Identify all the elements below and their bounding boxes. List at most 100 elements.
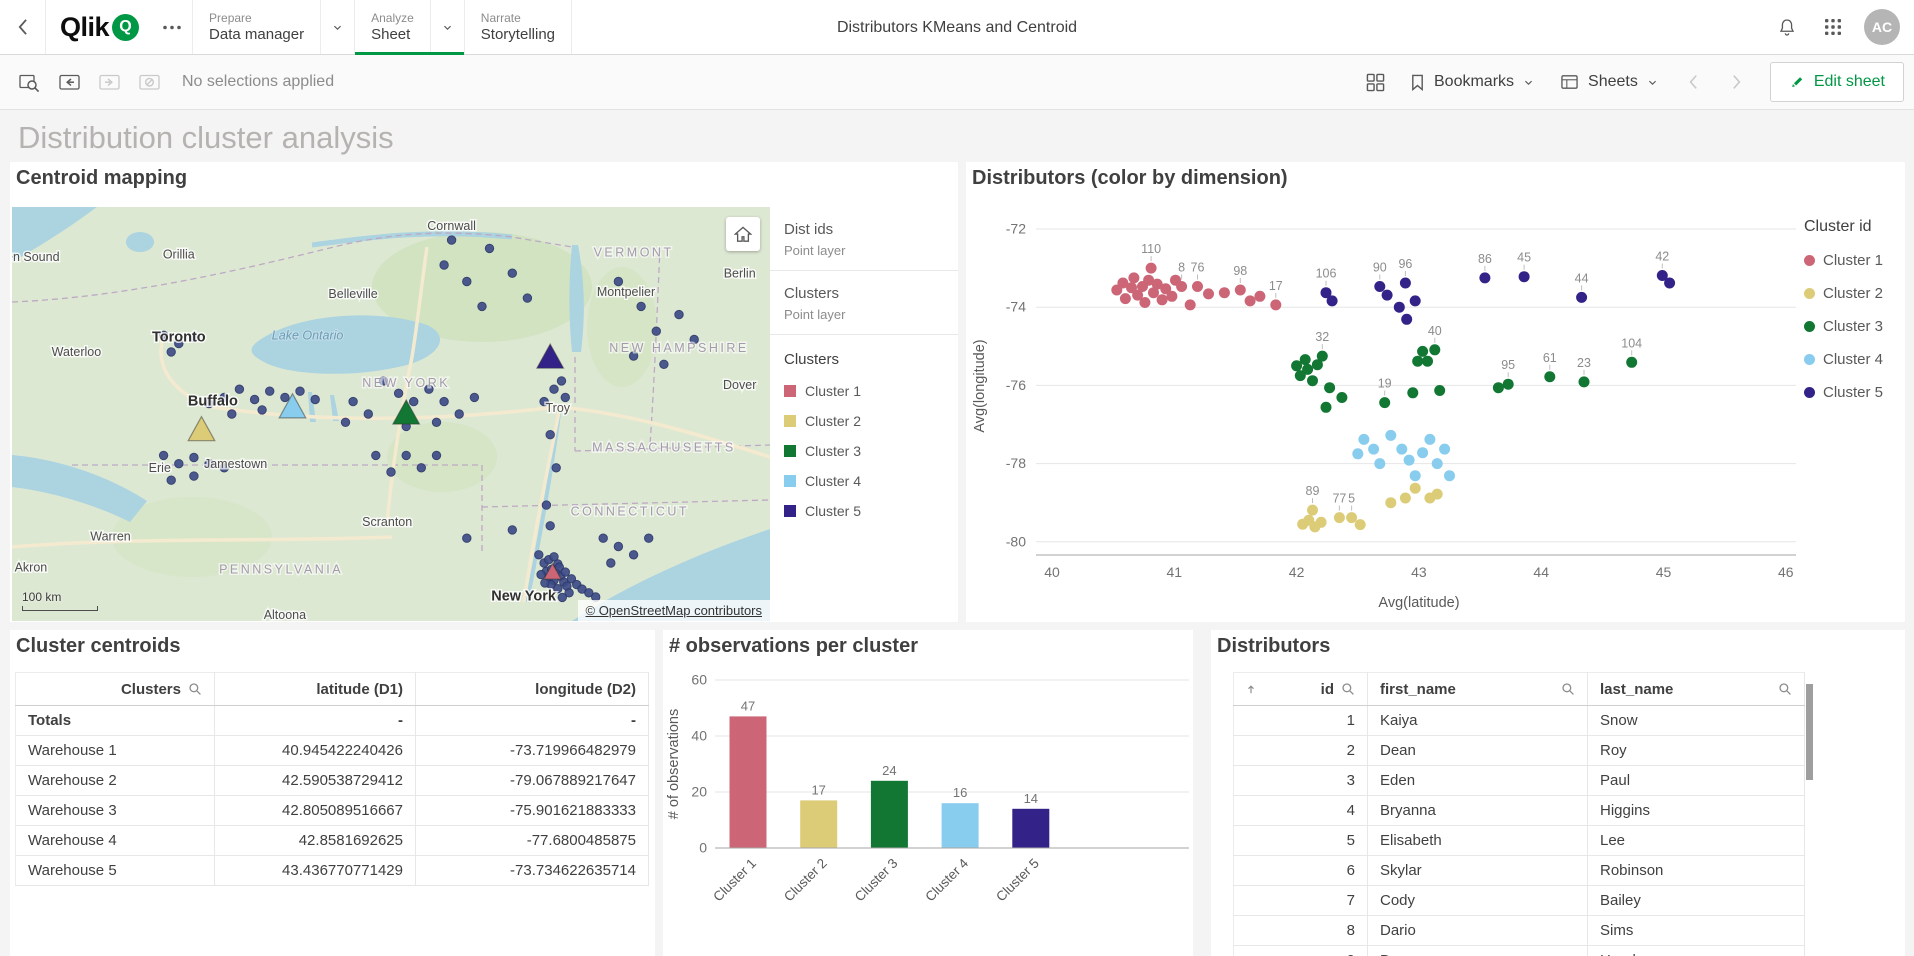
map-distributor-point[interactable] bbox=[417, 464, 425, 472]
search-icon[interactable] bbox=[1778, 682, 1792, 696]
scatter-point[interactable] bbox=[1352, 448, 1363, 459]
map-distributor-point[interactable] bbox=[250, 395, 258, 403]
table-cell[interactable]: Warehouse 1 bbox=[16, 736, 215, 766]
grid-view-button[interactable] bbox=[1356, 63, 1394, 101]
table-cell[interactable]: 5 bbox=[1234, 826, 1368, 856]
table-cell[interactable]: -77.6800485875 bbox=[416, 826, 649, 856]
column-header-latitude-d1-[interactable]: latitude (D1) bbox=[215, 673, 416, 706]
map-distributor-point[interactable] bbox=[341, 418, 349, 426]
column-header-first-name[interactable]: first_name bbox=[1368, 673, 1588, 706]
scatter-point[interactable] bbox=[1374, 281, 1385, 292]
map-distributor-point[interactable] bbox=[372, 451, 380, 459]
table-row[interactable]: 1KaiyaSnow bbox=[1234, 706, 1805, 736]
next-sheet-button[interactable] bbox=[1718, 63, 1756, 101]
scatter-point[interactable] bbox=[1434, 385, 1445, 396]
scatter-point[interactable] bbox=[1664, 278, 1675, 289]
selections-step-forward-button[interactable] bbox=[90, 63, 128, 101]
table-cell[interactable]: Dean bbox=[1368, 736, 1588, 766]
map-distributor-point[interactable] bbox=[190, 472, 198, 480]
scatter-point[interactable] bbox=[1626, 357, 1637, 368]
table-cell[interactable]: 9 bbox=[1234, 946, 1368, 956]
map-distributor-point[interactable] bbox=[258, 406, 266, 414]
back-button[interactable] bbox=[0, 0, 46, 54]
scatter-point[interactable] bbox=[1417, 447, 1428, 458]
table-cell[interactable]: Eden bbox=[1368, 766, 1588, 796]
scatter-legend-item[interactable]: Cluster 1 bbox=[1804, 244, 1902, 277]
map-distributor-point[interactable] bbox=[652, 327, 660, 335]
scatter-point[interactable] bbox=[1407, 387, 1418, 398]
table-cell[interactable]: 40.945422240426 bbox=[215, 736, 416, 766]
scatter-point[interactable] bbox=[1317, 351, 1328, 362]
bar[interactable] bbox=[942, 803, 979, 848]
scatter-point[interactable] bbox=[1219, 287, 1230, 298]
bookmarks-dropdown[interactable]: Bookmarks bbox=[1400, 65, 1544, 99]
scatter-point[interactable] bbox=[1432, 489, 1443, 500]
map-legend-item[interactable]: Cluster 5 bbox=[770, 496, 958, 526]
map-distributor-point[interactable] bbox=[629, 551, 637, 559]
map-distributor-point[interactable] bbox=[660, 360, 668, 368]
scatter-point[interactable] bbox=[1410, 295, 1421, 306]
table-row[interactable]: 6SkylarRobinson bbox=[1234, 856, 1805, 886]
table-row[interactable]: 4BryannaHiggins bbox=[1234, 796, 1805, 826]
map-distributor-point[interactable] bbox=[440, 261, 448, 269]
table-row[interactable]: 2DeanRoy bbox=[1234, 736, 1805, 766]
map-distributor-point[interactable] bbox=[167, 348, 175, 356]
table-cell[interactable]: Kaiya bbox=[1368, 706, 1588, 736]
table-row[interactable]: Warehouse 140.945422240426-73.7199664829… bbox=[16, 736, 649, 766]
map-legend-item[interactable]: Cluster 3 bbox=[770, 436, 958, 466]
map-canvas[interactable]: Owen SoundOrilliaCornwallVERMONTBerlinMo… bbox=[12, 207, 770, 621]
scatter-point[interactable] bbox=[1374, 458, 1385, 469]
table-cell[interactable]: Cody bbox=[1368, 886, 1588, 916]
table-cell[interactable]: Warehouse 3 bbox=[16, 796, 215, 826]
column-header-last-name[interactable]: last_name bbox=[1588, 673, 1805, 706]
app-launcher-button[interactable] bbox=[1814, 8, 1852, 46]
map-distributor-point[interactable] bbox=[228, 410, 236, 418]
scatter-point[interactable] bbox=[1157, 294, 1168, 305]
scatter-point[interactable] bbox=[1404, 455, 1415, 466]
map-distributor-point[interactable] bbox=[432, 451, 440, 459]
map-distributor-point[interactable] bbox=[235, 385, 243, 393]
scatter-point[interactable] bbox=[1185, 299, 1196, 310]
scatter-point[interactable] bbox=[1401, 314, 1412, 325]
table-cell[interactable]: Paul bbox=[1588, 766, 1805, 796]
map-home-button[interactable] bbox=[726, 217, 760, 251]
scatter-point[interactable] bbox=[1544, 371, 1555, 382]
table-row[interactable]: Warehouse 442.8581692625-77.6800485875 bbox=[16, 826, 649, 856]
column-header-clusters[interactable]: Clusters bbox=[16, 673, 215, 706]
table-cell[interactable]: 8 bbox=[1234, 916, 1368, 946]
scatter-legend-item[interactable]: Cluster 3 bbox=[1804, 310, 1902, 343]
scatter-point[interactable] bbox=[1235, 285, 1246, 296]
map-distributor-point[interactable] bbox=[557, 377, 565, 385]
scatter-point[interactable] bbox=[1439, 444, 1450, 455]
map-distributor-point[interactable] bbox=[364, 410, 372, 418]
map-distributor-point[interactable] bbox=[387, 468, 395, 476]
table-row[interactable]: 3EdenPaul bbox=[1234, 766, 1805, 796]
scatter-point[interactable] bbox=[1203, 288, 1214, 299]
scatter-point[interactable] bbox=[1396, 444, 1407, 455]
table-cell[interactable]: 3 bbox=[1234, 766, 1368, 796]
table-cell[interactable]: 6 bbox=[1234, 856, 1368, 886]
scatter-point[interactable] bbox=[1519, 271, 1530, 282]
map-distributor-point[interactable] bbox=[432, 418, 440, 426]
map-distributor-point[interactable] bbox=[266, 387, 274, 395]
table-cell[interactable]: Hood bbox=[1588, 946, 1805, 956]
map-distributor-point[interactable] bbox=[296, 387, 304, 395]
search-icon[interactable] bbox=[188, 682, 202, 696]
table-cell[interactable]: Skylar bbox=[1368, 856, 1588, 886]
map-distributor-point[interactable] bbox=[607, 559, 615, 567]
table-row[interactable]: Warehouse 342.805089516667-75.9016218833… bbox=[16, 796, 649, 826]
map-distributor-point[interactable] bbox=[523, 294, 531, 302]
scatter-point[interactable] bbox=[1355, 519, 1366, 530]
table-cell[interactable]: Deacon bbox=[1368, 946, 1588, 956]
table-cell[interactable]: 7 bbox=[1234, 886, 1368, 916]
scatter-chart[interactable]: -72-74-76-78-8040414243444546Avg(longitu… bbox=[968, 200, 1800, 622]
previous-sheet-button[interactable] bbox=[1674, 63, 1712, 101]
scatter-point[interactable] bbox=[1382, 290, 1393, 301]
scatter-point[interactable] bbox=[1146, 263, 1157, 274]
map-distributor-point[interactable] bbox=[508, 269, 516, 277]
column-header-id[interactable]: id bbox=[1234, 673, 1368, 706]
scatter-point[interactable] bbox=[1316, 517, 1327, 528]
table-cell[interactable]: 1 bbox=[1234, 706, 1368, 736]
search-icon[interactable] bbox=[1561, 682, 1575, 696]
scatter-point[interactable] bbox=[1385, 497, 1396, 508]
